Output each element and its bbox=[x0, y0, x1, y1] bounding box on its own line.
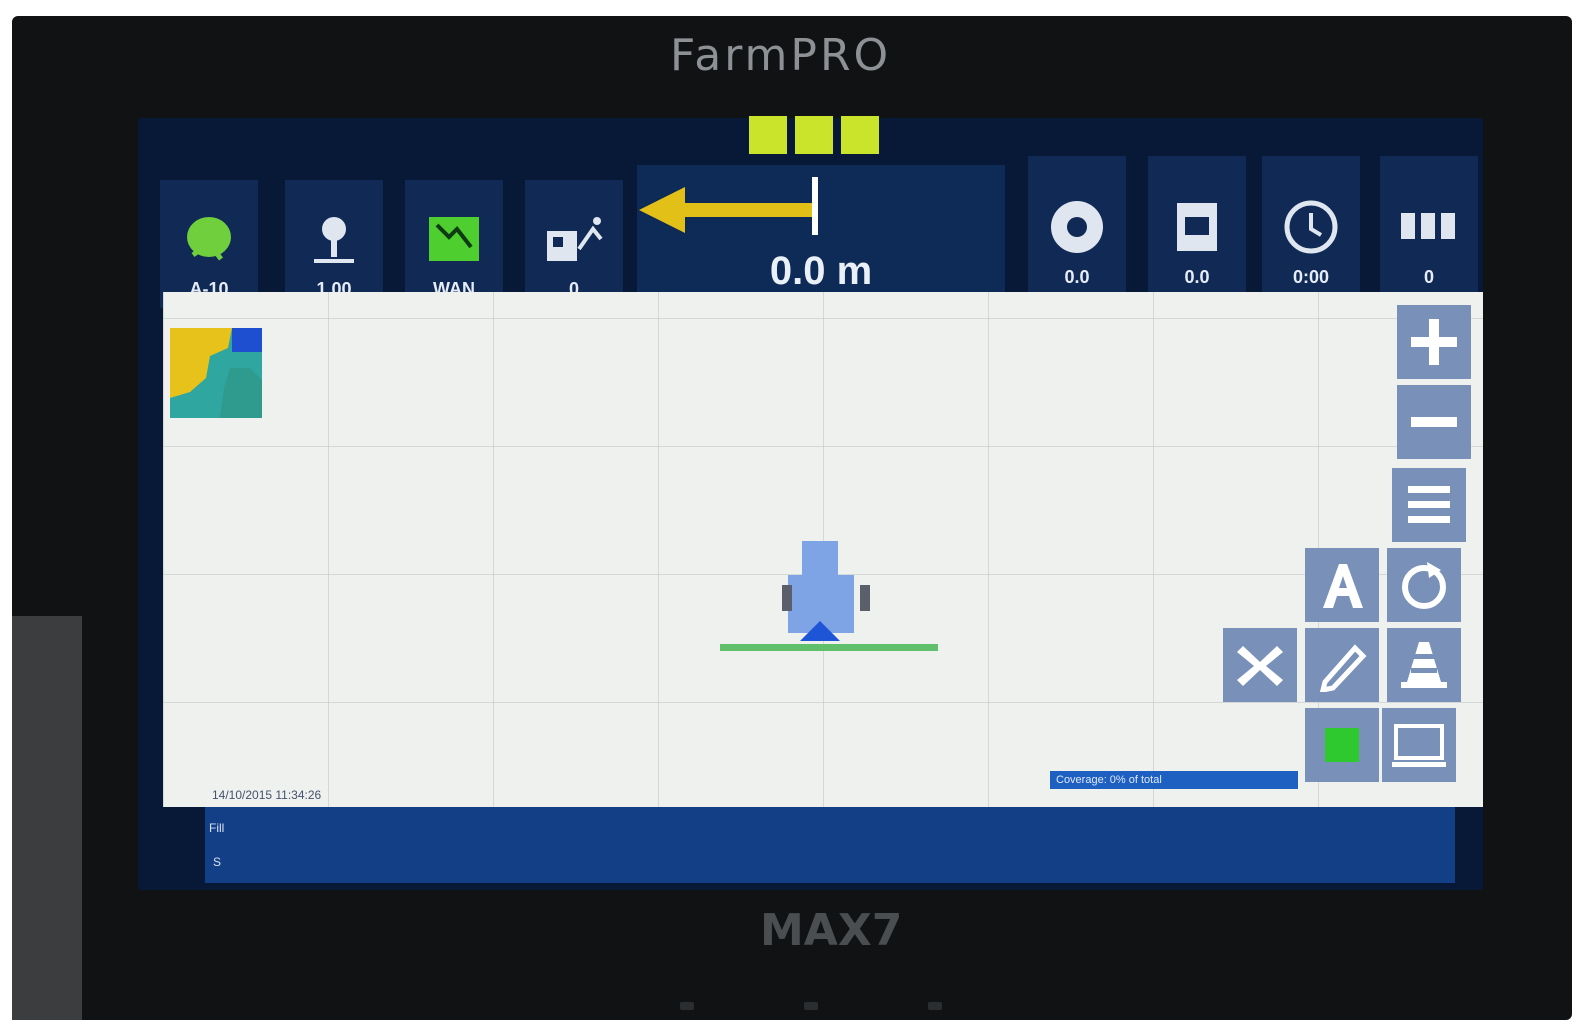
coverage-status: Coverage: 0% of total bbox=[1050, 771, 1298, 789]
hardware-buttons bbox=[680, 1002, 942, 1010]
auto-steer-icon bbox=[1323, 564, 1363, 608]
menu-button[interactable] bbox=[1392, 468, 1466, 542]
tile-sections-value: 0 bbox=[1423, 267, 1434, 287]
model-label: MAX7 bbox=[760, 905, 903, 956]
zoom-out-button[interactable] bbox=[1397, 385, 1471, 459]
brand-logo: FarmPRO bbox=[670, 30, 892, 81]
zoom-in-button[interactable] bbox=[1397, 305, 1471, 379]
timer-icon bbox=[1284, 200, 1338, 254]
marker-button[interactable] bbox=[1387, 628, 1461, 702]
display-icon bbox=[1392, 724, 1446, 767]
bottom-status-line-1: Fill bbox=[209, 821, 225, 835]
tile-timer-value: 0:00 bbox=[1292, 267, 1330, 287]
pencil-icon bbox=[1319, 644, 1367, 692]
speedometer-icon bbox=[1051, 201, 1103, 253]
area-icon bbox=[1177, 203, 1217, 251]
tile-sections[interactable]: 0 bbox=[1380, 156, 1478, 296]
menu-icon bbox=[1408, 486, 1450, 523]
status-indicators bbox=[749, 116, 879, 154]
hardware-button-2[interactable] bbox=[804, 1002, 818, 1010]
rotate-icon bbox=[1402, 562, 1446, 609]
gps-antenna-icon bbox=[314, 217, 354, 263]
bottom-status-strip: Fill S bbox=[205, 807, 1455, 883]
timestamp: 14/10/2015 11:34:26 bbox=[212, 788, 322, 802]
hardware-button-1[interactable] bbox=[680, 1002, 694, 1010]
vehicle-position bbox=[720, 541, 938, 651]
minimap-overview[interactable] bbox=[170, 328, 262, 418]
tile-field-map[interactable]: WAN bbox=[405, 180, 503, 308]
tile-area-value: 0.0 bbox=[1184, 267, 1210, 287]
status-indicator-1 bbox=[749, 116, 787, 154]
record-button[interactable] bbox=[1305, 708, 1379, 782]
status-indicator-3 bbox=[841, 116, 879, 154]
auto-steer-button[interactable] bbox=[1305, 548, 1379, 622]
edit-line-button[interactable] bbox=[1305, 628, 1379, 702]
sections-icon bbox=[1401, 213, 1455, 239]
field-map-icon bbox=[429, 217, 479, 261]
status-indicator-2 bbox=[795, 116, 833, 154]
rotate-view-button[interactable] bbox=[1387, 548, 1461, 622]
tile-area[interactable]: 0.0 bbox=[1148, 156, 1246, 296]
guidance-panel: 0.0 m bbox=[637, 165, 1005, 305]
cone-icon bbox=[1401, 642, 1447, 688]
tile-implement[interactable]: 0 bbox=[525, 180, 623, 308]
hardware-button-3[interactable] bbox=[928, 1002, 942, 1010]
cancel-button[interactable] bbox=[1223, 628, 1297, 702]
cross-track-error: 0.0 m bbox=[769, 249, 873, 293]
guidance-arrow-icon bbox=[639, 177, 818, 235]
tile-timer[interactable]: 0:00 bbox=[1262, 156, 1360, 296]
minus-icon bbox=[1411, 417, 1457, 427]
plus-icon bbox=[1411, 319, 1457, 365]
bottom-status-line-2: S bbox=[213, 855, 222, 869]
satellite-icon bbox=[187, 217, 231, 261]
tile-speed-value: 0.0 bbox=[1064, 267, 1090, 287]
close-icon bbox=[1237, 646, 1283, 686]
tile-satellite[interactable]: A-10 bbox=[160, 180, 258, 308]
tile-speed[interactable]: 0.0 bbox=[1028, 156, 1126, 296]
implement-icon bbox=[547, 217, 603, 261]
tile-gps-antenna[interactable]: 1.00 bbox=[285, 180, 383, 308]
screen-view-button[interactable] bbox=[1382, 708, 1456, 782]
record-square-icon bbox=[1325, 728, 1359, 762]
